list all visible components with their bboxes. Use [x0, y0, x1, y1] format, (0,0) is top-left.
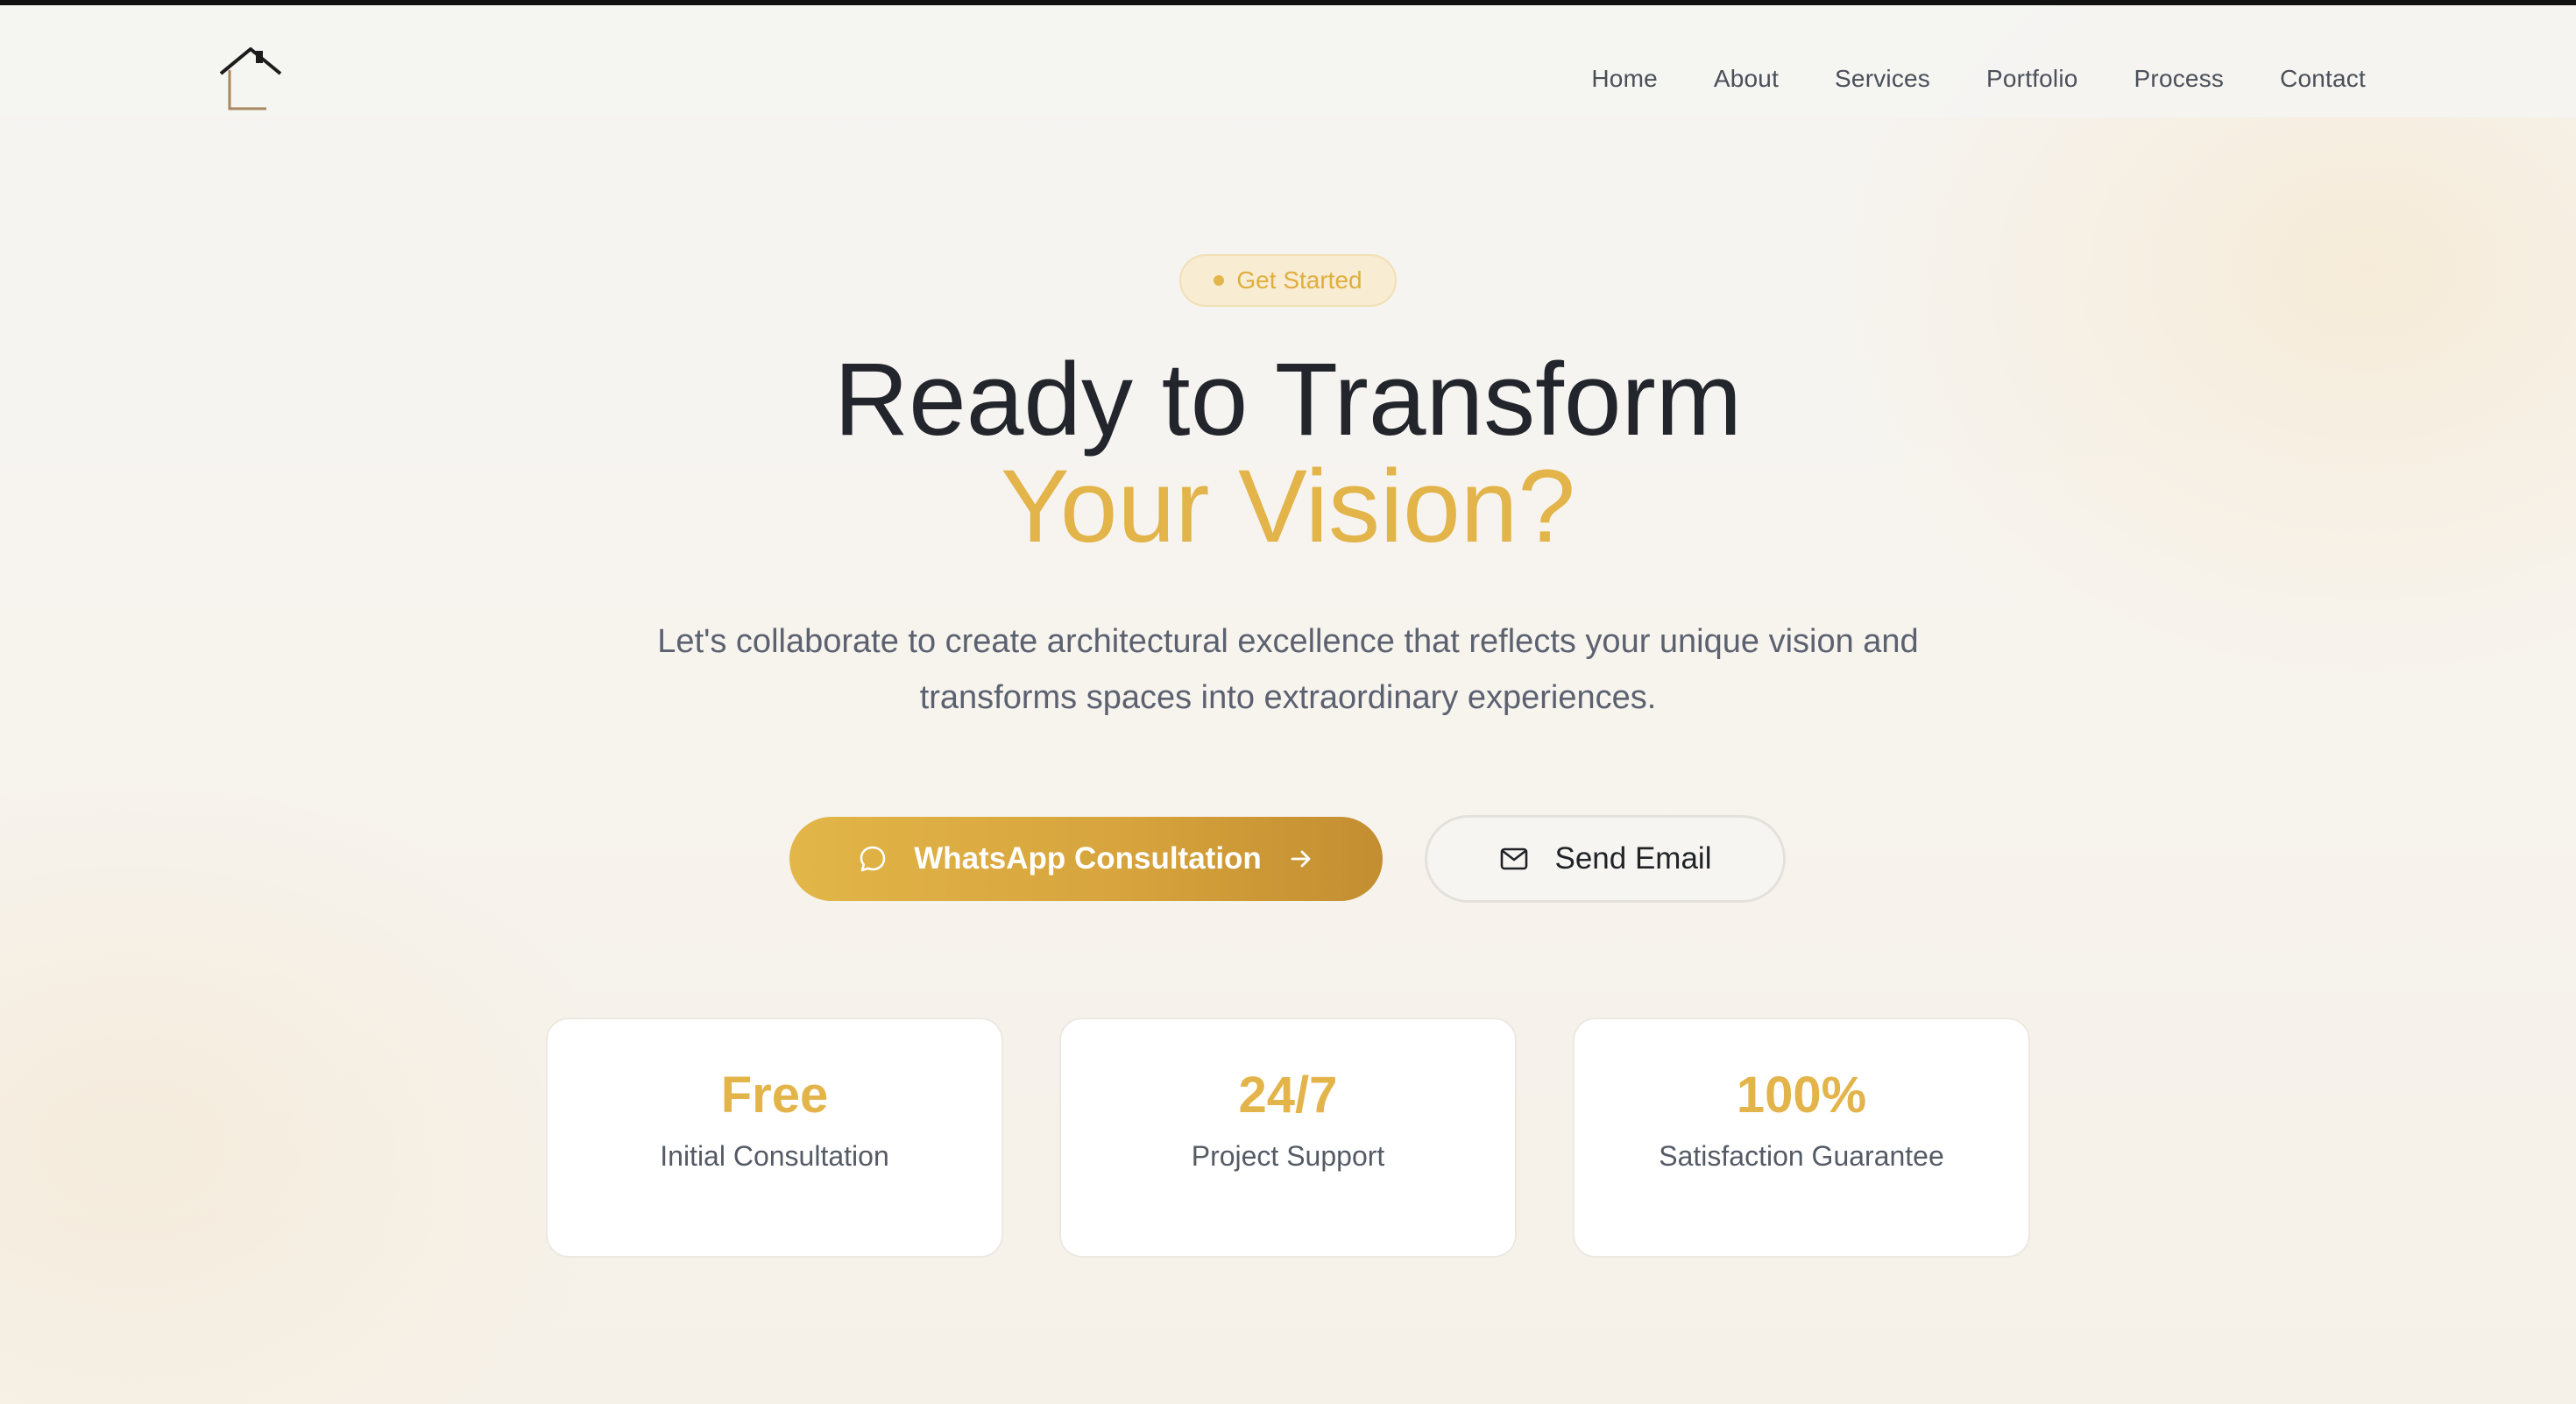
house-icon[interactable]	[217, 44, 284, 114]
send-email-label: Send Email	[1554, 841, 1712, 876]
stat-value: 24/7	[1238, 1067, 1338, 1124]
stat-card-support: 24/7 Project Support	[1059, 1018, 1517, 1258]
nav-process[interactable]: Process	[2134, 65, 2225, 93]
stat-label: Project Support	[1191, 1140, 1385, 1172]
badge-label: Get Started	[1236, 266, 1362, 294]
main-nav: Home About Services Portfolio Process Co…	[1591, 65, 2366, 93]
chat-bubble-icon	[858, 844, 888, 874]
nav-portfolio[interactable]: Portfolio	[1986, 65, 2078, 93]
nav-contact[interactable]: Contact	[2280, 65, 2366, 93]
stat-card-satisfaction: 100% Satisfaction Guarantee	[1573, 1018, 2030, 1258]
nav-about[interactable]: About	[1714, 65, 1779, 93]
stat-value: 100%	[1736, 1067, 1867, 1124]
hero-title-line2: Your Vision?	[1000, 449, 1576, 564]
stat-label: Satisfaction Guarantee	[1659, 1140, 1944, 1172]
site-header: Home About Services Portfolio Process Co…	[0, 5, 2576, 117]
nav-home[interactable]: Home	[1591, 65, 1658, 93]
mail-icon	[1499, 847, 1529, 871]
hero-subtitle: Let's collaborate to create architectura…	[657, 623, 1919, 716]
get-started-badge: Get Started	[1179, 254, 1397, 307]
badge-dot	[1214, 275, 1225, 286]
hero-title-line1: Ready to Transform	[833, 342, 1743, 457]
whatsapp-consultation-button[interactable]: WhatsApp Consultation	[789, 817, 1383, 901]
send-email-button[interactable]: Send Email	[1425, 815, 1786, 903]
stat-card-consultation: Free Initial Consultation	[546, 1018, 1003, 1258]
stat-value: Free	[720, 1067, 829, 1124]
nav-services[interactable]: Services	[1835, 65, 1930, 93]
stat-label: Initial Consultation	[660, 1140, 889, 1172]
arrow-right-icon	[1288, 846, 1314, 872]
whatsapp-button-label: WhatsApp Consultation	[914, 841, 1262, 876]
